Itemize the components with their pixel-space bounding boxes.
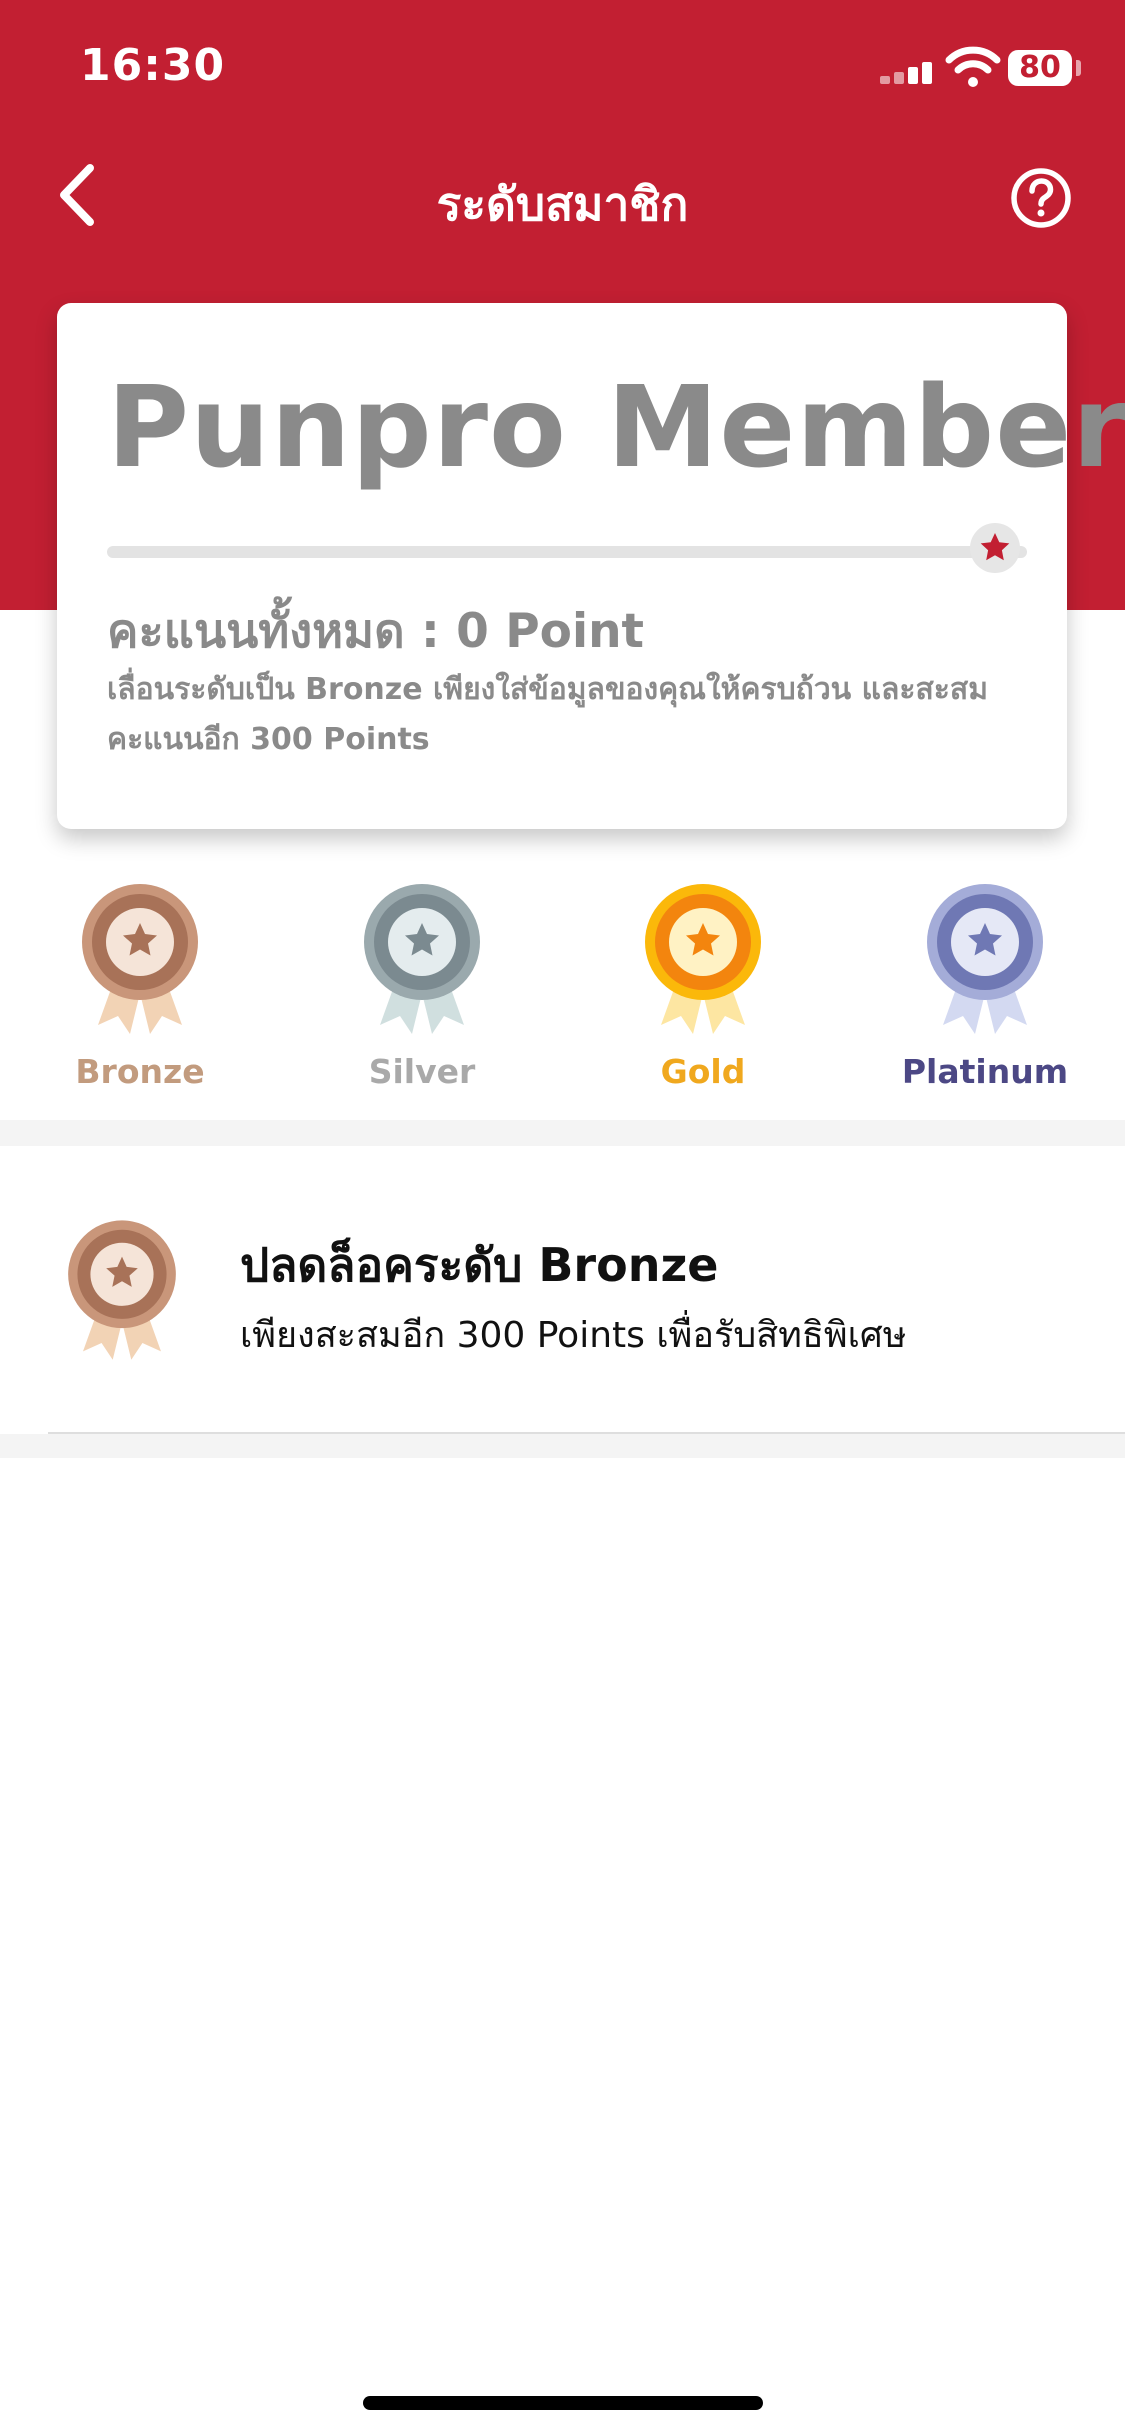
member-card: Punpro Member คะแนนทั้งหมด : 0 Point เลื… xyxy=(57,303,1125,829)
battery-icon: 80 xyxy=(1008,50,1072,86)
gold-medal-icon xyxy=(645,884,761,1034)
tier-label: Bronze xyxy=(75,1052,205,1091)
tier-silver[interactable]: Silver xyxy=(322,880,522,1091)
wifi-icon xyxy=(945,46,1001,87)
membership-title: Punpro Member xyxy=(107,363,1125,493)
bronze-medal-icon xyxy=(82,884,198,1034)
unlock-bronze-row[interactable]: ปลดล็อคระดับ Bronze เพียงสะสมอีก 300 Poi… xyxy=(0,1146,1125,1432)
section-divider xyxy=(0,1434,1125,1458)
tier-label: Silver xyxy=(368,1052,476,1091)
page-title: ระดับสมาชิก xyxy=(436,177,689,231)
section-divider xyxy=(0,1120,1125,1146)
cellular-signal-icon xyxy=(880,58,934,84)
help-button[interactable] xyxy=(1010,167,1072,229)
tier-label: Platinum xyxy=(901,1052,1069,1091)
unlock-subtitle: เพียงสะสมอีก 300 Points เพื่อรับสิทธิพิเ… xyxy=(240,1315,907,1356)
progress-star-marker xyxy=(970,523,1020,573)
tier-label: Gold xyxy=(660,1052,746,1091)
total-points: คะแนนทั้งหมด : 0 Point xyxy=(107,604,645,659)
battery-cap xyxy=(1076,60,1081,76)
battery-level: 80 xyxy=(1019,50,1061,85)
upgrade-description: เลื่อนระดับเป็น Bronze เพียงใส่ข้อมูลของ… xyxy=(107,672,988,757)
silver-medal-icon xyxy=(364,884,480,1034)
bronze-medal-icon xyxy=(68,1220,176,1360)
unlock-title: ปลดล็อคระดับ Bronze xyxy=(240,1238,719,1292)
platinum-medal-icon xyxy=(927,884,1043,1034)
status-time: 16:30 xyxy=(80,40,226,91)
progress-track xyxy=(107,546,1027,558)
tier-platinum[interactable]: Platinum xyxy=(885,880,1085,1091)
home-indicator xyxy=(363,2396,763,2410)
question-circle-icon xyxy=(1011,168,1071,228)
tier-gold[interactable]: Gold xyxy=(603,880,803,1091)
tier-bronze[interactable]: Bronze xyxy=(40,880,240,1091)
star-icon xyxy=(980,533,1010,561)
